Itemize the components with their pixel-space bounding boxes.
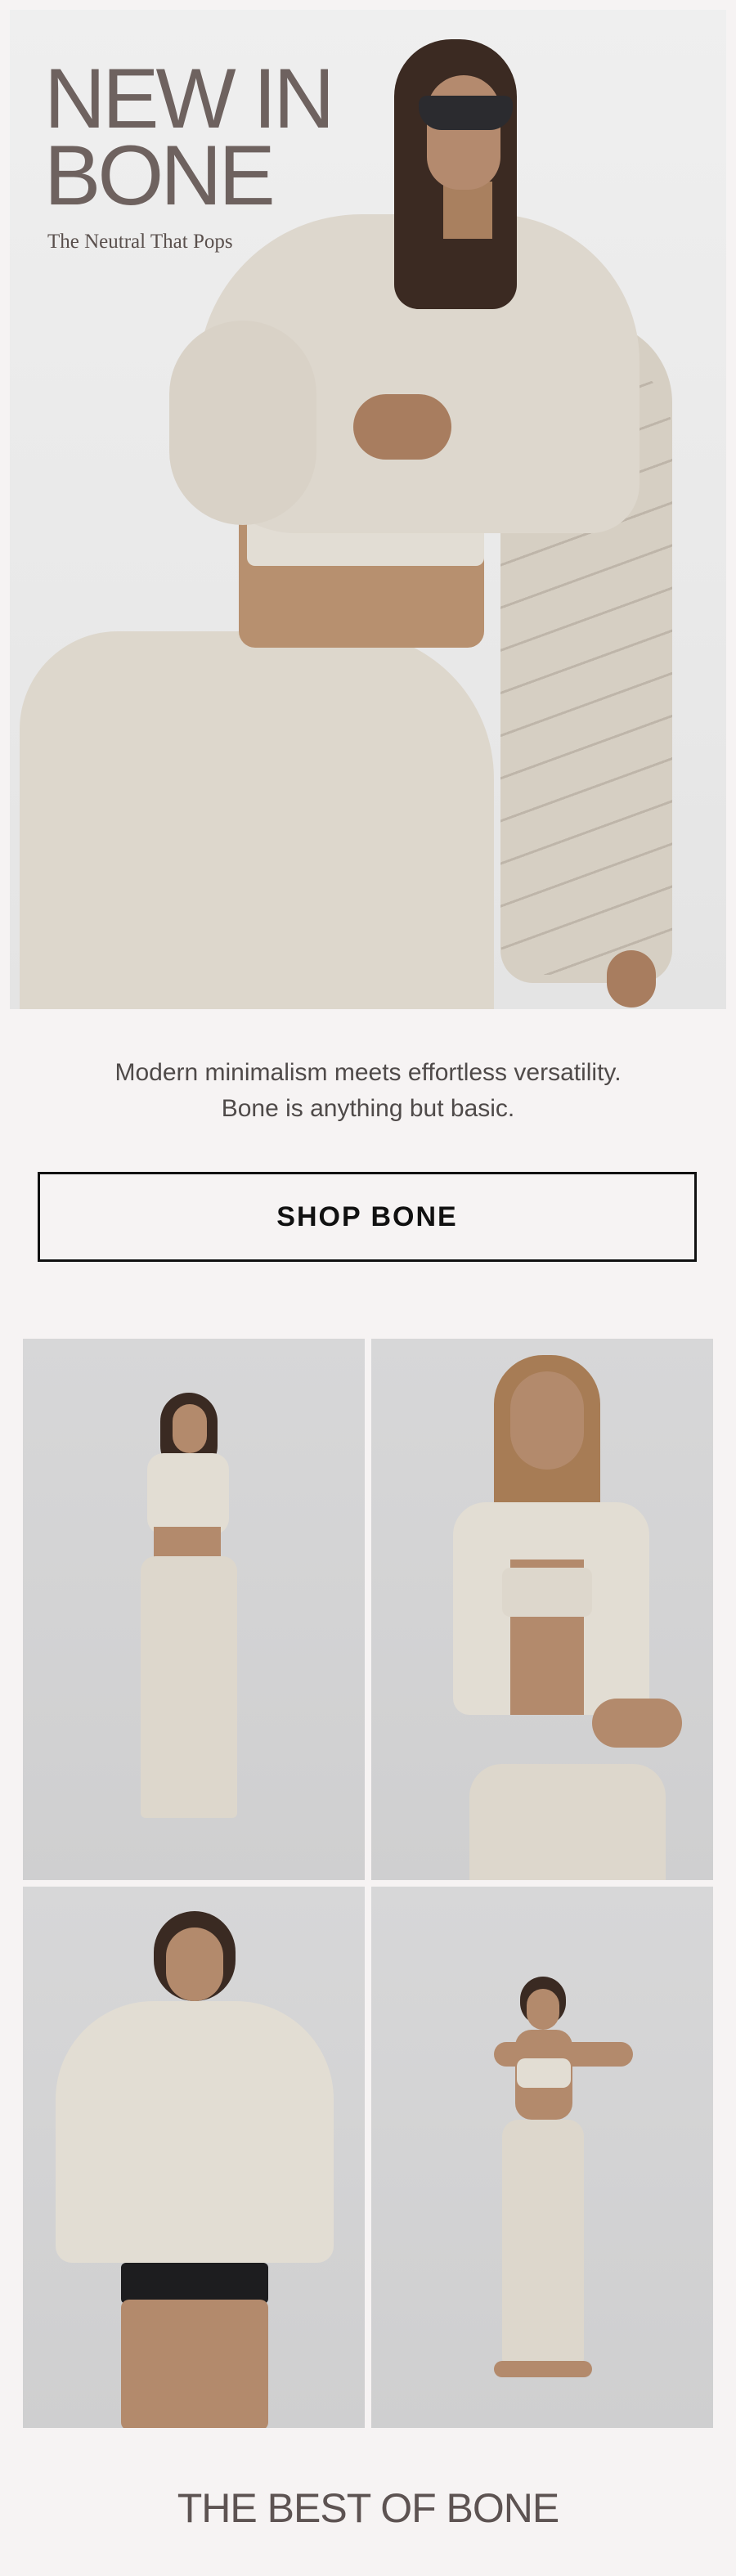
bike-shorts	[121, 2263, 268, 2304]
half-zip-pullover	[56, 2001, 334, 2263]
intro-copy: Modern minimalism meets effortless versa…	[0, 1055, 736, 1127]
model-face	[510, 1371, 584, 1470]
product-image-half-zip[interactable]	[23, 1887, 365, 2428]
intro-line2: Bone is anything but basic.	[221, 1095, 515, 1122]
shop-bone-button[interactable]: SHOP BONE	[38, 1172, 697, 1262]
wide-leg-pants	[141, 1556, 237, 1818]
model-legs	[121, 2300, 268, 2428]
bra-top	[502, 1568, 592, 1617]
model-face	[173, 1404, 207, 1453]
hero-subtitle: The Neutral That Pops	[47, 231, 233, 253]
product-image-wide-leg-set[interactable]	[23, 1339, 365, 1880]
model-hand-right	[607, 950, 656, 1008]
model-hand	[353, 394, 451, 460]
model-face	[166, 1928, 223, 2001]
leggings	[469, 1764, 666, 1880]
model-midriff	[154, 1527, 221, 1560]
product-image-leggings-set[interactable]	[371, 1887, 713, 2428]
hero-title-line1: NEW IN	[44, 52, 335, 146]
section-title: THE BEST OF BONE	[177, 2485, 560, 2531]
hero-title: NEW IN BONE	[44, 52, 335, 223]
model-feet	[494, 2361, 592, 2377]
leggings	[20, 631, 494, 1009]
jacket-sleeve-left	[169, 321, 316, 525]
top-garment	[147, 1453, 229, 1535]
product-image-vest[interactable]	[371, 1339, 713, 1880]
sports-bra	[517, 2058, 571, 2088]
hero-banner[interactable]: NEW IN BONE The Neutral That Pops	[10, 10, 726, 1009]
intro-line1: Modern minimalism meets effortless versa…	[114, 1059, 622, 1086]
hero-title-line2: BONE	[44, 128, 276, 223]
sunglasses	[419, 96, 513, 130]
model-face	[527, 1989, 559, 2030]
leggings	[502, 2120, 584, 2365]
model-face	[427, 75, 500, 190]
model-hand	[592, 1699, 682, 1748]
model-neck	[443, 182, 492, 239]
